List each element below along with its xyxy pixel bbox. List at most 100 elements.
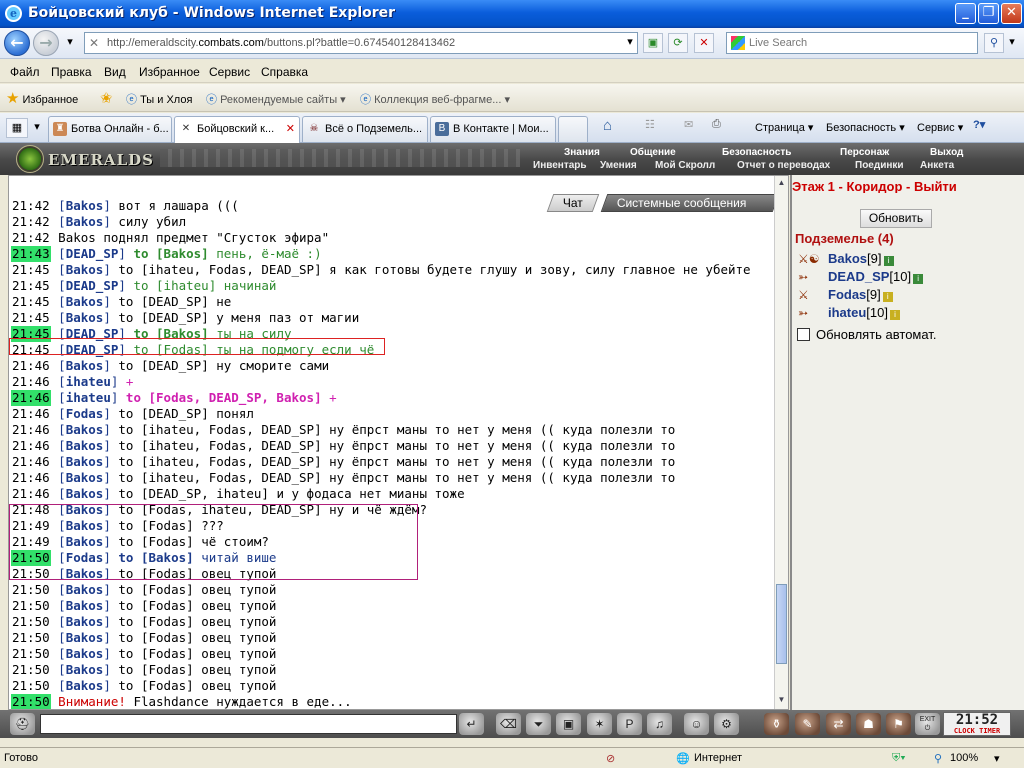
- sender-nick[interactable]: [Fodas]: [58, 406, 111, 421]
- search-button-icon[interactable]: ⚲: [984, 33, 1004, 53]
- tools-menu[interactable]: Сервис ▾: [917, 121, 963, 134]
- message-time[interactable]: 21:50: [11, 694, 51, 709]
- fighter-icon[interactable]: ✶: [587, 713, 612, 735]
- message-time[interactable]: 21:45: [11, 262, 51, 278]
- sender-nick[interactable]: [DEAD_SP]: [58, 278, 126, 293]
- tab-chat[interactable]: Чат: [546, 194, 600, 212]
- chat-scrollbar[interactable]: ▲ ▼: [774, 176, 788, 709]
- nav-skills[interactable]: Умения: [600, 160, 637, 171]
- message-time[interactable]: 21:46: [11, 390, 51, 406]
- tab-dungeon[interactable]: ☠ Всё о Подземель...: [302, 116, 428, 142]
- sender-nick[interactable]: [Bakos]: [58, 662, 111, 677]
- sender-nick[interactable]: [Bakos]: [58, 678, 111, 693]
- minimize-button[interactable]: _: [955, 3, 976, 24]
- menu-help[interactable]: Справка: [261, 65, 308, 79]
- menu-tools[interactable]: Сервис: [209, 65, 250, 79]
- nav-exit[interactable]: Выход: [930, 147, 963, 158]
- home-icon[interactable]: ⌂: [603, 117, 612, 134]
- nav-battles[interactable]: Поединки: [855, 160, 904, 171]
- message-time[interactable]: 21:50: [11, 582, 51, 598]
- scroll-icon[interactable]: ✎: [795, 713, 820, 735]
- nav-knowledge[interactable]: Знания: [564, 147, 600, 158]
- message-time[interactable]: 21:50: [11, 630, 51, 646]
- sender-nick[interactable]: [DEAD_SP]: [58, 246, 126, 261]
- refresh-icon[interactable]: ⟳: [668, 33, 688, 53]
- user-name[interactable]: DEAD_SP: [828, 269, 889, 284]
- favorites-button[interactable]: ★ Избранное: [6, 89, 78, 107]
- sender-nick[interactable]: [ihateu]: [58, 390, 118, 405]
- user-info-icon[interactable]: i: [882, 292, 893, 302]
- user-row[interactable]: ➳ ihateu[10] i: [798, 304, 1022, 322]
- message-time[interactable]: 21:50: [11, 598, 51, 614]
- message-time[interactable]: 21:42: [11, 214, 51, 230]
- help-icon[interactable]: ?▾: [973, 118, 985, 131]
- address-bar[interactable]: ✕ http://emeraldscity.combats.com/button…: [84, 32, 638, 54]
- menu-file[interactable]: Файл: [10, 65, 40, 79]
- scroll-up-icon[interactable]: ▲: [776, 178, 787, 190]
- tab-botva[interactable]: ♜ Ботва Онлайн - б...: [48, 116, 172, 142]
- auto-refresh-checkbox[interactable]: [797, 328, 810, 341]
- message-time[interactable]: 21:46: [11, 438, 51, 454]
- quick-tabs-icon[interactable]: ▦: [6, 118, 28, 138]
- zoom-dropdown-icon[interactable]: ▾: [994, 752, 1000, 765]
- transfer-icon[interactable]: ⇄: [826, 713, 851, 735]
- menu-view[interactable]: Вид: [104, 65, 126, 79]
- message-time[interactable]: 21:45: [11, 278, 51, 294]
- fav-item-2[interactable]: ⓔ Рекомендуемые сайты ▾: [206, 91, 346, 107]
- nav-security[interactable]: Безопасность: [722, 147, 791, 158]
- private-icon[interactable]: P: [617, 713, 642, 735]
- user-action-icon[interactable]: ⚔☯: [798, 252, 822, 266]
- exit-button[interactable]: EXIT ⏻: [915, 713, 940, 735]
- user-row[interactable]: ⚔☯ Bakos[9] i: [798, 250, 1022, 268]
- smiley-icon[interactable]: ☺: [684, 713, 709, 735]
- user-action-icon[interactable]: ⚔: [798, 288, 822, 302]
- sender-nick[interactable]: [Bakos]: [58, 598, 111, 613]
- fav-item-3[interactable]: ⓔ Коллекция веб-фрагме... ▾: [360, 91, 510, 107]
- helmet-icon[interactable]: ⛑: [10, 713, 35, 735]
- chat-input[interactable]: [40, 714, 457, 734]
- user-action-icon[interactable]: ➳: [798, 306, 822, 320]
- message-time[interactable]: 21:46: [11, 406, 51, 422]
- auto-refresh-toggle[interactable]: Обновлять автомат.: [797, 327, 936, 342]
- address-dropdown-icon[interactable]: ▾: [620, 33, 640, 53]
- nav-communication[interactable]: Общение: [630, 147, 676, 158]
- message-time[interactable]: 21:46: [11, 374, 51, 390]
- add-favorite-icon[interactable]: ✬: [100, 89, 113, 107]
- sender-nick[interactable]: [Bakos]: [58, 438, 111, 453]
- nav-profile[interactable]: Анкета: [920, 160, 954, 171]
- close-button[interactable]: ✕: [1001, 3, 1022, 24]
- back-button[interactable]: ←: [4, 30, 30, 56]
- stop-icon[interactable]: ✕: [694, 33, 714, 53]
- message-time[interactable]: 21:46: [11, 358, 51, 374]
- menu-edit[interactable]: Правка: [51, 65, 92, 79]
- maximize-button[interactable]: ❐: [978, 3, 999, 24]
- sender-nick[interactable]: [Bakos]: [58, 614, 111, 629]
- message-time[interactable]: 21:50: [11, 662, 51, 678]
- flag-icon[interactable]: ⚑: [886, 713, 911, 735]
- sender-nick[interactable]: [Bakos]: [58, 310, 111, 325]
- nav-transfers[interactable]: Отчет о переводах: [737, 160, 830, 171]
- user-info-icon[interactable]: i: [889, 310, 900, 320]
- bag-icon[interactable]: ⚱: [764, 713, 789, 735]
- search-options-icon[interactable]: ▾: [1004, 33, 1020, 53]
- sender-nick[interactable]: [Bakos]: [58, 582, 111, 597]
- protected-mode-icon[interactable]: ⛨▾: [892, 752, 906, 765]
- safety-menu[interactable]: Безопасность ▾: [826, 121, 905, 134]
- save-icon[interactable]: ▣: [556, 713, 581, 735]
- group-icon[interactable]: ☗: [856, 713, 881, 735]
- fav-item-1[interactable]: ⓔ Ты и Хлоя: [126, 91, 192, 107]
- tab-system-messages[interactable]: Системные сообщения: [600, 194, 780, 212]
- message-time[interactable]: 21:50: [11, 678, 51, 694]
- user-info-icon[interactable]: i: [913, 274, 924, 284]
- menu-favorites[interactable]: Избранное: [139, 65, 200, 79]
- message-time[interactable]: 21:45: [11, 294, 51, 310]
- sender-nick[interactable]: [ihateu]: [58, 374, 118, 389]
- print-icon[interactable]: ⎙: [712, 118, 721, 131]
- filter-icon[interactable]: ⏷: [526, 713, 551, 735]
- scroll-thumb[interactable]: [776, 584, 787, 664]
- eraser-icon[interactable]: ⌫: [496, 713, 521, 735]
- message-time[interactable]: 21:46: [11, 454, 51, 470]
- message-time[interactable]: 21:46: [11, 486, 51, 502]
- message-time[interactable]: 21:46: [11, 470, 51, 486]
- user-action-icon[interactable]: ➳: [798, 270, 822, 284]
